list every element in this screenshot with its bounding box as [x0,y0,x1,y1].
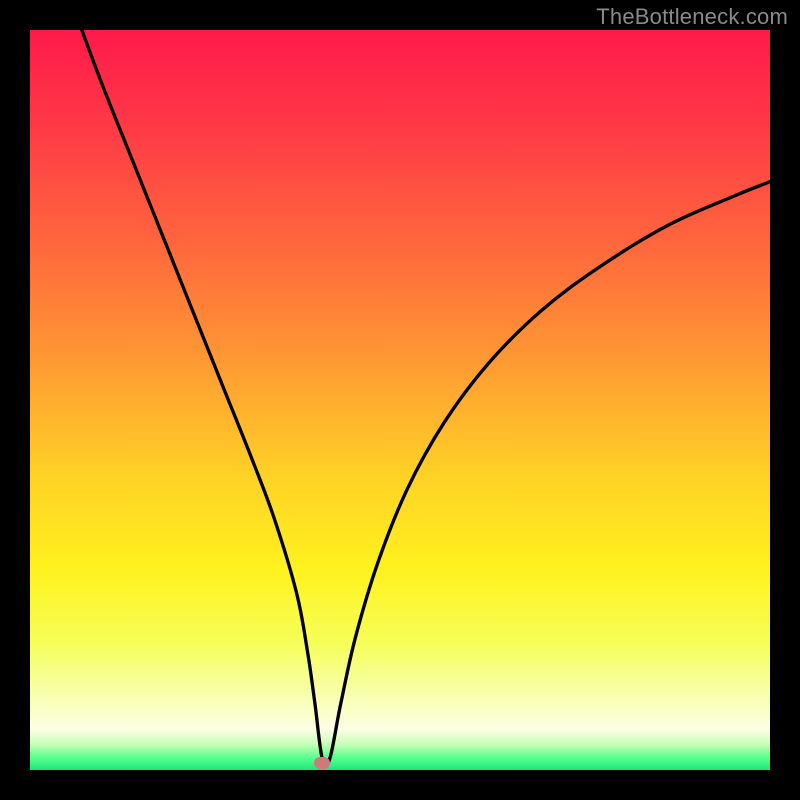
watermark-text: TheBottleneck.com [596,4,788,30]
bottleneck-curve [30,30,770,770]
chart-frame: TheBottleneck.com [0,0,800,800]
plot-area [30,30,770,770]
optimal-point-marker [314,757,330,769]
